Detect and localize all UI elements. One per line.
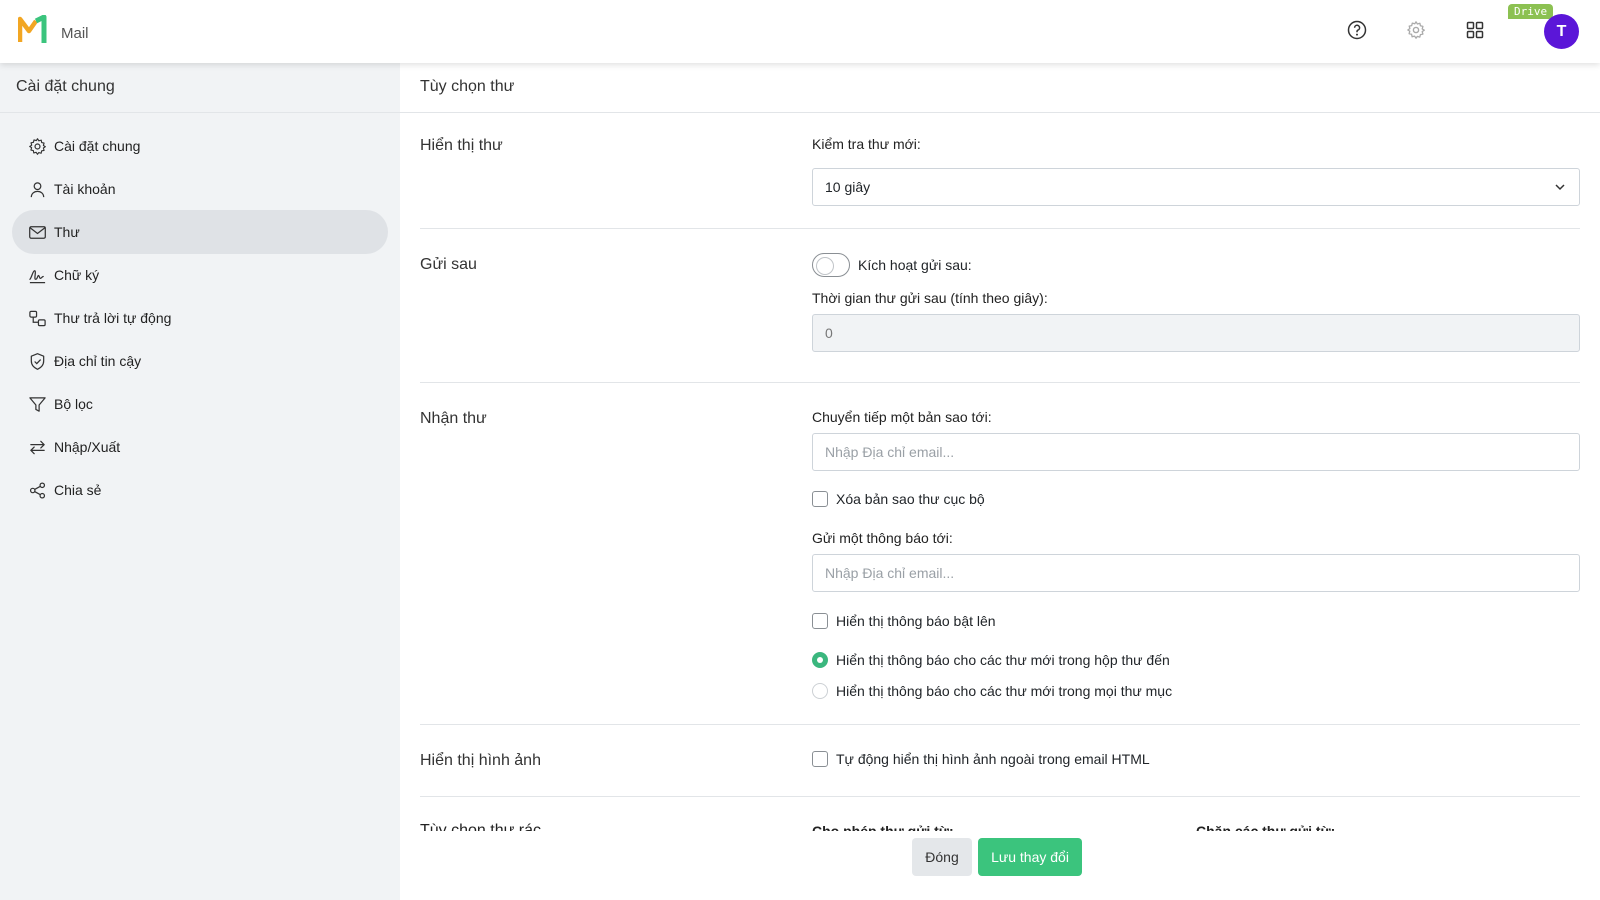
gear-icon xyxy=(1407,21,1425,39)
help-button[interactable] xyxy=(1343,16,1371,44)
send-delay-label: Thời gian thư gửi sau (tính theo giây): xyxy=(812,290,1048,306)
section-display-label: Hiển thị thư xyxy=(420,137,503,154)
popup-notification-label: Hiển thị thông báo bật lên xyxy=(836,613,996,629)
notify-email-input[interactable] xyxy=(812,554,1580,592)
sidebar-item-mail[interactable]: Thư xyxy=(12,210,388,254)
app-logo[interactable] xyxy=(18,15,52,45)
sidebar-item-filters[interactable]: Bộ lọc xyxy=(12,382,388,426)
sidebar-item-label: Thư trả lời tự động xyxy=(54,310,172,326)
section-divider xyxy=(420,724,1580,725)
auto-reply-icon xyxy=(29,310,46,326)
shield-icon xyxy=(30,352,45,370)
close-button[interactable]: Đóng xyxy=(912,838,972,876)
settings-sidebar: Cài đặt chung Cài đặt chung Tài khoản Th… xyxy=(0,63,400,900)
check-new-mail-value: 10 giây xyxy=(825,179,871,195)
sidebar-item-auto-reply[interactable]: Thư trả lời tự động xyxy=(12,296,388,340)
auto-show-images-row[interactable]: Tự động hiển thị hình ảnh ngoài trong em… xyxy=(812,751,1150,767)
notify-to-label: Gửi một thông báo tới: xyxy=(812,530,953,546)
section-divider xyxy=(420,382,1580,383)
sidebar-item-trusted-addresses[interactable]: Địa chỉ tin cậy xyxy=(12,339,388,383)
title-divider xyxy=(400,112,1600,113)
drive-badge[interactable]: Drive xyxy=(1508,4,1554,19)
section-divider xyxy=(420,796,1580,797)
share-icon xyxy=(29,481,46,499)
user-icon xyxy=(30,181,45,197)
signature-icon xyxy=(29,269,46,283)
spam-block-label: Chặn các thư gửi từ: xyxy=(1196,823,1336,831)
send-later-toggle-row[interactable]: Kích hoạt gửi sau: xyxy=(812,253,972,277)
top-bar: Mail Drive T xyxy=(0,0,1600,63)
apps-grid-button[interactable] xyxy=(1461,16,1489,44)
sidebar-title: Cài đặt chung xyxy=(16,78,115,95)
section-receive-label: Nhận thư xyxy=(420,410,487,427)
delete-local-copy-checkbox[interactable] xyxy=(812,491,828,507)
notify-all-folders-radio-label: Hiển thị thông báo cho các thư mới trong… xyxy=(836,683,1173,699)
sidebar-item-label: Chữ ký xyxy=(54,267,100,283)
spam-allow-label: Cho phép thư gửi từ: xyxy=(812,823,954,831)
section-divider xyxy=(420,228,1580,229)
notify-all-folders-radio-row[interactable]: Hiển thị thông báo cho các thư mới trong… xyxy=(812,683,1172,699)
forward-copy-label: Chuyển tiếp một bản sao tới: xyxy=(812,409,992,425)
app-name: Mail xyxy=(61,25,89,42)
section-spam-label: Tùy chọn thư rác xyxy=(420,823,541,831)
settings-button[interactable] xyxy=(1402,16,1430,44)
filter-icon xyxy=(29,396,46,412)
forward-email-input[interactable] xyxy=(812,433,1580,471)
sidebar-item-label: Chia sẻ xyxy=(54,482,102,498)
section-send-later-label: Gửi sau xyxy=(420,256,477,273)
check-new-mail-label: Kiểm tra thư mới: xyxy=(812,136,921,152)
save-changes-button[interactable]: Lưu thay đổi xyxy=(978,838,1082,876)
auto-show-images-checkbox[interactable] xyxy=(812,751,828,767)
sidebar-item-label: Thư xyxy=(54,224,80,240)
sidebar-item-general[interactable]: Cài đặt chung xyxy=(12,124,388,168)
popup-notification-checkbox[interactable] xyxy=(812,613,828,629)
sidebar-item-account[interactable]: Tài khoản xyxy=(12,167,388,211)
notify-inbox-radio[interactable] xyxy=(812,652,828,668)
send-later-toggle[interactable] xyxy=(812,253,850,277)
sidebar-item-import-export[interactable]: Nhập/Xuất xyxy=(12,425,388,469)
notify-inbox-radio-row[interactable]: Hiển thị thông báo cho các thư mới trong… xyxy=(812,652,1170,668)
help-icon xyxy=(1347,20,1367,40)
gear-icon xyxy=(29,137,46,155)
mail-icon xyxy=(29,225,46,239)
popup-notification-row[interactable]: Hiển thị thông báo bật lên xyxy=(812,613,996,629)
notify-all-folders-radio[interactable] xyxy=(812,683,828,699)
sidebar-item-label: Địa chỉ tin cậy xyxy=(54,353,142,369)
sidebar-item-label: Tài khoản xyxy=(54,181,116,197)
user-avatar[interactable]: T xyxy=(1544,14,1579,49)
sidebar-divider xyxy=(0,112,400,113)
auto-show-images-label: Tự động hiển thị hình ảnh ngoài trong em… xyxy=(836,751,1150,767)
send-later-toggle-label: Kích hoạt gửi sau: xyxy=(858,257,972,273)
chevron-down-icon xyxy=(1555,184,1565,191)
section-images-label: Hiển thị hình ảnh xyxy=(420,752,541,769)
check-new-mail-select[interactable]: 10 giây xyxy=(812,168,1580,206)
send-delay-input[interactable] xyxy=(812,314,1580,352)
grid-icon xyxy=(1466,21,1484,39)
sidebar-item-share[interactable]: Chia sẻ xyxy=(12,468,388,512)
mail-settings-panel: Tùy chọn thư Hiển thị thư Kiểm tra thư m… xyxy=(400,63,1600,900)
sidebar-item-label: Cài đặt chung xyxy=(54,138,141,154)
sidebar-item-label: Bộ lọc xyxy=(54,396,93,412)
page-title: Tùy chọn thư xyxy=(420,78,515,95)
delete-local-copy-label: Xóa bản sao thư cục bộ xyxy=(836,491,985,507)
notify-inbox-radio-label: Hiển thị thông báo cho các thư mới trong… xyxy=(836,652,1170,668)
sidebar-item-signature[interactable]: Chữ ký xyxy=(12,253,388,297)
sidebar-item-label: Nhập/Xuất xyxy=(54,439,121,455)
delete-local-copy-row[interactable]: Xóa bản sao thư cục bộ xyxy=(812,491,985,507)
import-export-icon xyxy=(30,440,45,454)
